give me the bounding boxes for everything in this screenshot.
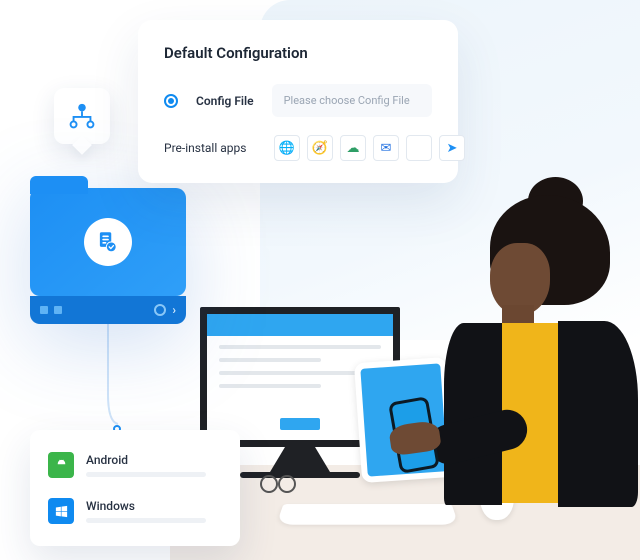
cloud-app-tile[interactable]: ☁ [340, 135, 366, 161]
os-item-bar [86, 472, 206, 477]
network-badge [54, 88, 110, 144]
footer-square-icon [40, 306, 48, 314]
folder-policy-icon-circle [84, 218, 132, 266]
windows-icon [48, 498, 74, 524]
os-item-bar [86, 518, 206, 523]
config-file-row: Config File Please choose Config File [164, 84, 432, 117]
footer-circle-icon [154, 304, 166, 316]
config-card: Default Configuration Config File Please… [138, 20, 458, 183]
eyeglasses [260, 475, 308, 495]
os-item-android[interactable]: Android [48, 446, 222, 484]
config-file-select[interactable]: Please choose Config File [272, 84, 432, 117]
os-item-windows[interactable]: Windows [48, 492, 222, 530]
send-app-tile[interactable]: ➤ [439, 135, 465, 161]
config-file-radio[interactable] [164, 94, 178, 108]
policy-checklist-icon [95, 229, 121, 255]
keyboard [276, 504, 458, 525]
config-card-title: Default Configuration [164, 44, 432, 62]
footer-chevron-right-icon[interactable]: › [172, 303, 176, 317]
folder-card[interactable]: › [30, 188, 186, 324]
preinstall-label: Pre-install apps [164, 141, 256, 155]
mail-app-tile[interactable]: ✉ [373, 135, 399, 161]
folder-body [30, 188, 186, 296]
globe-app-tile[interactable]: 🌐 [274, 135, 300, 161]
footer-square-icon [54, 306, 62, 314]
browser-app-tile[interactable]: 🧭 [307, 135, 333, 161]
android-icon [48, 452, 74, 478]
connector-line [58, 324, 118, 430]
blank-app-tile[interactable] [406, 135, 432, 161]
hero-photo: ▸ ▸ [170, 180, 640, 560]
sitemap-icon [67, 101, 97, 131]
os-item-label: Android [86, 453, 222, 467]
preinstall-row: Pre-install apps 🌐🧭☁✉➤ [164, 135, 432, 161]
person: ▸ [420, 195, 640, 505]
os-list-card: Android Windows [30, 430, 240, 546]
folder-footer-bar: › [30, 296, 186, 324]
os-item-label: Windows [86, 499, 222, 513]
preinstall-app-tiles: 🌐 🧭 ☁ ✉ ➤ [274, 135, 465, 161]
config-file-radio-label: Config File [196, 94, 254, 108]
